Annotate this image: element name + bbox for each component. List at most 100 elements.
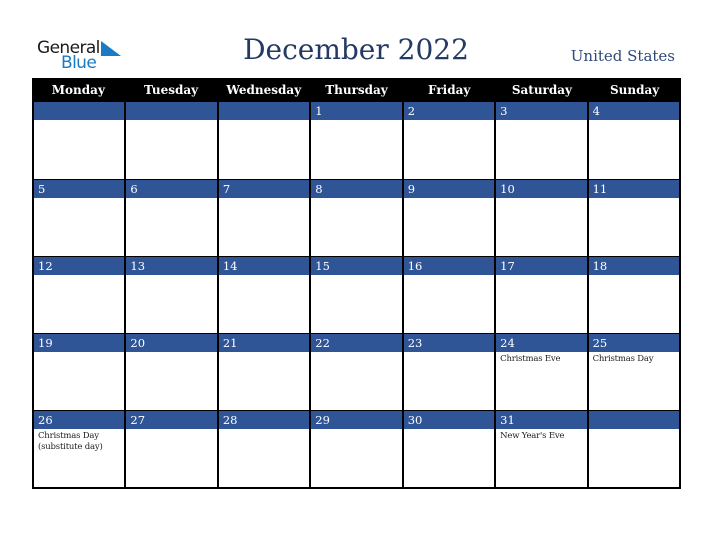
holiday-label (311, 198, 401, 200)
day-number: 7 (218, 180, 310, 198)
day-cell[interactable]: 28 (218, 410, 312, 487)
calendar-grid: 1 2 3 4 5 6 7 8 9 10 11 12 13 14 15 16 17 18 19 20 21 22 23 24 C… (32, 102, 681, 489)
day-cell[interactable] (588, 410, 681, 487)
holiday-label (219, 198, 309, 200)
day-cell[interactable]: 5 (34, 179, 127, 256)
day-cell[interactable] (34, 102, 127, 179)
day-number: 19 (34, 334, 125, 352)
day-number: 8 (311, 180, 402, 198)
day-cell[interactable]: 15 (311, 256, 404, 333)
day-cell[interactable]: 22 (311, 333, 404, 410)
day-cell[interactable]: 11 (588, 179, 681, 256)
day-cell[interactable]: 20 (126, 333, 219, 410)
weekday-friday: Friday (428, 83, 471, 97)
day-cell[interactable]: 8 (311, 179, 404, 256)
day-cell[interactable]: 12 (34, 256, 127, 333)
holiday-label: Christmas Eve (500, 354, 561, 364)
holiday-label (404, 429, 494, 431)
day-number (126, 102, 217, 120)
day-cell[interactable]: 3 (496, 102, 589, 179)
day-number: 11 (588, 180, 679, 198)
day-cell[interactable]: 17 (496, 256, 589, 333)
day-cell[interactable]: 26 Christmas Day (substitute day) (34, 410, 127, 487)
day-cell[interactable]: 7 (218, 179, 312, 256)
holiday-label: Christmas Day (substitute day) (38, 431, 103, 452)
day-cell[interactable]: 16 (403, 256, 497, 333)
holiday-label (589, 198, 679, 200)
day-number: 21 (218, 334, 310, 352)
holiday-label (404, 198, 494, 200)
day-number: 2 (403, 102, 495, 120)
day-cell[interactable]: 13 (126, 256, 219, 333)
day-cell[interactable]: 6 (126, 179, 219, 256)
day-number: 3 (496, 102, 587, 120)
day-cell[interactable]: 9 (403, 179, 497, 256)
holiday-label (404, 275, 494, 277)
holiday-label (496, 198, 586, 200)
day-number: 1 (311, 102, 402, 120)
day-cell[interactable]: 27 (126, 410, 219, 487)
holiday-label (589, 275, 679, 277)
day-cell[interactable]: 30 (403, 410, 497, 487)
day-number: 30 (403, 411, 495, 429)
day-cell[interactable]: 18 (588, 256, 681, 333)
day-cell[interactable]: 14 (218, 256, 312, 333)
day-number: 25 (588, 334, 679, 352)
holiday-label (311, 120, 401, 122)
day-number: 5 (34, 180, 125, 198)
holiday-label (126, 275, 216, 277)
day-cell[interactable]: 4 (588, 102, 681, 179)
day-number: 15 (311, 257, 402, 275)
day-cell[interactable]: 23 (403, 333, 497, 410)
day-cell[interactable]: 25 Christmas Day (588, 333, 681, 410)
day-number: 10 (496, 180, 587, 198)
day-number (218, 102, 310, 120)
weekday-tuesday: Tuesday (144, 83, 199, 97)
holiday-label (126, 120, 216, 122)
holiday-label (496, 120, 586, 122)
holiday-label (219, 120, 309, 122)
day-number: 27 (126, 411, 217, 429)
day-number (588, 411, 679, 429)
holiday-label: New Year's Eve (500, 431, 565, 441)
day-cell[interactable]: 24 Christmas Eve (496, 333, 589, 410)
day-cell[interactable]: 21 (218, 333, 312, 410)
day-cell[interactable]: 10 (496, 179, 589, 256)
day-number: 22 (311, 334, 402, 352)
holiday-label (311, 429, 401, 431)
day-number: 6 (126, 180, 217, 198)
day-number: 28 (218, 411, 310, 429)
day-number: 26 (34, 411, 125, 429)
holiday-label (404, 120, 494, 122)
day-cell[interactable] (126, 102, 219, 179)
day-number: 20 (126, 334, 217, 352)
holiday-label (311, 275, 401, 277)
day-number: 4 (588, 102, 679, 120)
day-number: 14 (218, 257, 310, 275)
day-cell[interactable]: 1 (311, 102, 404, 179)
calendar: Monday Tuesday Wednesday Thursday Friday… (32, 78, 681, 489)
holiday-label (219, 352, 309, 354)
day-number: 16 (403, 257, 495, 275)
holiday-label (311, 352, 401, 354)
weekday-sunday: Sunday (610, 83, 660, 97)
day-number: 23 (403, 334, 495, 352)
weekday-thursday: Thursday (325, 83, 388, 97)
day-number (34, 102, 125, 120)
holiday-label (404, 352, 494, 354)
day-cell[interactable]: 29 (311, 410, 404, 487)
day-cell[interactable]: 2 (403, 102, 497, 179)
country-label: United States (570, 47, 675, 65)
holiday-label (34, 352, 124, 354)
holiday-label (496, 275, 586, 277)
day-cell[interactable] (218, 102, 312, 179)
holiday-label (219, 429, 309, 431)
holiday-label (219, 275, 309, 277)
holiday-label (589, 429, 679, 431)
weekday-wednesday: Wednesday (226, 83, 302, 97)
holiday-label (34, 120, 124, 122)
day-cell[interactable]: 31 New Year's Eve (496, 410, 589, 487)
day-number: 12 (34, 257, 125, 275)
holiday-label (589, 120, 679, 122)
day-cell[interactable]: 19 (34, 333, 127, 410)
